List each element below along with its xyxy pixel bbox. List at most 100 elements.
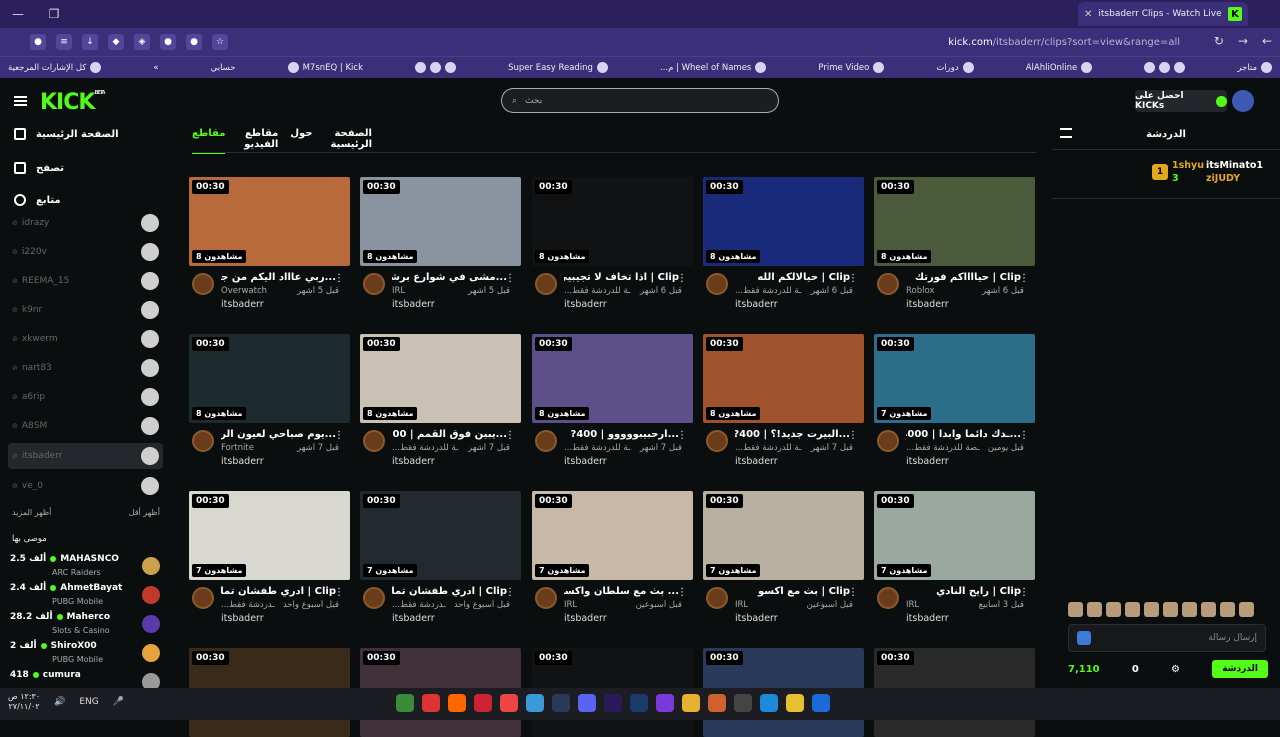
avatar[interactable] bbox=[877, 430, 899, 452]
bookmark-item[interactable]: Prime Video bbox=[818, 62, 885, 73]
kick-logo[interactable]: KICKBETA bbox=[40, 90, 106, 115]
clip-channel[interactable]: itsbaderr bbox=[735, 299, 778, 310]
steam-icon[interactable] bbox=[552, 694, 570, 712]
clip-thumbnail[interactable]: 00:30 مشاهدون 7 bbox=[874, 334, 1035, 423]
clip-category[interactable]: ...ـدردشة فقط bbox=[392, 600, 446, 610]
clip-thumbnail[interactable]: 00:30 مشاهدون 7 bbox=[360, 491, 521, 580]
mic-icon[interactable]: 🎤 bbox=[113, 697, 124, 707]
tab-about[interactable]: حول bbox=[290, 128, 312, 154]
clip-category[interactable]: ...ـصة للدردشة فقط bbox=[906, 443, 980, 453]
show-less-link[interactable]: أظهر أقل bbox=[129, 508, 160, 517]
clip-thumbnail[interactable]: 00:30 مشاهدون 7 bbox=[532, 491, 693, 580]
clip-thumbnail[interactable]: 00:30 مشاهدون 8 bbox=[189, 177, 350, 266]
followed-channel[interactable]: xkwerm bbox=[8, 326, 163, 352]
followed-channel[interactable]: ve_0 bbox=[8, 473, 163, 499]
emote-icon[interactable] bbox=[1144, 602, 1159, 617]
more-options-icon[interactable]: ⋮ bbox=[1019, 430, 1029, 441]
bookmark-item[interactable]: دورات bbox=[936, 62, 974, 73]
bookmark-item[interactable]: M7snEQ | Kick bbox=[287, 62, 363, 73]
clip-card[interactable]: 00:30 مشاهدون 7 ... بث مع سلطان واكسو | ⋮ IR… bbox=[532, 491, 693, 634]
search-input[interactable]: ⌕ بحث bbox=[501, 88, 779, 113]
folder-icon[interactable] bbox=[682, 694, 700, 712]
clip-category[interactable]: IRL bbox=[392, 286, 405, 296]
clip-title[interactable]: Clip | حيااااكم فورتك bbox=[906, 272, 1021, 283]
emote-icon[interactable] bbox=[1106, 602, 1121, 617]
telegram-icon[interactable] bbox=[526, 694, 544, 712]
bookmarks-chevron[interactable]: » bbox=[153, 63, 158, 73]
recommended-channel[interactable]: 28.2 ألف Maherco Slots & Casino bbox=[10, 612, 162, 640]
clip-title[interactable]: Clip | رايح النادي bbox=[906, 586, 1021, 597]
clip-category[interactable]: IRL bbox=[906, 600, 919, 610]
clip-card[interactable]: 00:30 مشاهدون 8 ...ارحبيبووووو | 400? ⋮ ...ـ… bbox=[532, 334, 693, 477]
followed-channel[interactable]: nart83 bbox=[8, 355, 163, 381]
address-bar[interactable]: kick.com/itsbaderr/clips?sort=view&range… bbox=[220, 32, 1200, 52]
clip-category[interactable]: Roblox bbox=[906, 286, 934, 296]
more-options-icon[interactable]: ⋮ bbox=[677, 587, 687, 598]
premiere-icon[interactable] bbox=[604, 694, 622, 712]
extension-icon[interactable]: ● bbox=[160, 34, 176, 50]
chat-send-button[interactable]: الدردشة bbox=[1212, 660, 1268, 678]
chat-message-input[interactable]: إرسال رسالة bbox=[1068, 624, 1266, 652]
emote-icon[interactable] bbox=[1163, 602, 1178, 617]
avatar[interactable] bbox=[192, 587, 214, 609]
clip-thumbnail[interactable]: 00:30 مشاهدون 8 bbox=[360, 177, 521, 266]
clip-category[interactable]: Fortnite bbox=[221, 443, 254, 453]
forward-icon[interactable]: → bbox=[1238, 34, 1248, 48]
emote-picker-icon[interactable] bbox=[1077, 631, 1091, 645]
avatar[interactable] bbox=[363, 273, 385, 295]
clip-category[interactable]: ...ـة للدردشة فقط bbox=[392, 443, 458, 453]
tab-videos[interactable]: مقاطع الفيديو bbox=[237, 128, 278, 154]
extension-icon[interactable]: ● bbox=[30, 34, 46, 50]
clip-card[interactable]: 00:30 مشاهدون 7 Clip | رايح النادي ⋮ IRL قبل … bbox=[874, 491, 1035, 634]
clip-channel[interactable]: itsbaderr bbox=[735, 456, 778, 467]
clip-thumbnail[interactable]: 00:30 مشاهدون 8 bbox=[532, 177, 693, 266]
emote-icon[interactable] bbox=[1068, 602, 1083, 617]
clip-card[interactable]: 00:30 مشاهدون 8 ...ربي عاااد اليكم من جديد… bbox=[189, 177, 350, 320]
clip-title[interactable]: Clip | ادري طفشان تمال bbox=[392, 586, 507, 597]
clip-channel[interactable]: itsbaderr bbox=[564, 299, 607, 310]
more-options-icon[interactable]: ⋮ bbox=[677, 273, 687, 284]
emote-icon[interactable] bbox=[1182, 602, 1197, 617]
avatar[interactable] bbox=[706, 430, 728, 452]
emote-icon[interactable] bbox=[1087, 602, 1102, 617]
avatar[interactable] bbox=[877, 587, 899, 609]
clip-thumbnail[interactable]: 00:30 مشاهدون 8 bbox=[874, 177, 1035, 266]
avatar[interactable] bbox=[706, 587, 728, 609]
clip-category[interactable]: ...ـة للدردشة فقط bbox=[735, 443, 801, 453]
clip-title[interactable]: Clip | بث مع اكسو bbox=[735, 586, 850, 597]
app-icon[interactable] bbox=[500, 694, 518, 712]
opera-icon[interactable] bbox=[422, 694, 440, 712]
clip-thumbnail[interactable]: 00:30 مشاهدون 7 bbox=[703, 491, 864, 580]
clip-channel[interactable]: itsbaderr bbox=[735, 613, 778, 624]
clip-category[interactable]: ...ـة للدردشة فقط bbox=[564, 286, 630, 296]
avatar[interactable] bbox=[706, 273, 728, 295]
more-options-icon[interactable]: ⋮ bbox=[848, 430, 858, 441]
settings-icon[interactable]: ⚙ bbox=[1171, 664, 1180, 675]
clip-thumbnail[interactable]: 00:30 مشاهدون 8 bbox=[360, 334, 521, 423]
clip-thumbnail[interactable]: 00:30 مشاهدون 8 bbox=[532, 334, 693, 423]
clip-channel[interactable]: itsbaderr bbox=[392, 456, 435, 467]
more-options-icon[interactable]: ⋮ bbox=[848, 587, 858, 598]
bookmark-item[interactable] bbox=[415, 62, 457, 73]
photoshop-icon[interactable] bbox=[630, 694, 648, 712]
bookmark-item[interactable]: AlAhliOnline bbox=[1026, 62, 1093, 73]
clip-title[interactable]: ...مشى في شوارع برشلونة bbox=[392, 272, 507, 283]
clip-title[interactable]: ... بث مع سلطان واكسو | bbox=[564, 586, 679, 597]
clip-card[interactable]: 00:30 مشاهدون 8 ...البيرت جديد!؟ | 400?⋮..… bbox=[703, 334, 864, 477]
menu-icon[interactable] bbox=[14, 96, 27, 106]
avatar[interactable] bbox=[877, 273, 899, 295]
avatar[interactable] bbox=[192, 273, 214, 295]
clip-title[interactable]: ...يوم صباحي لعيون الريكاند bbox=[221, 429, 336, 440]
clip-channel[interactable]: itsbaderr bbox=[906, 299, 949, 310]
followed-channel[interactable]: a6rip bbox=[8, 384, 163, 410]
edge-icon[interactable] bbox=[760, 694, 778, 712]
clip-thumbnail[interactable]: 00:30 مشاهدون 8 bbox=[703, 177, 864, 266]
clip-channel[interactable]: itsbaderr bbox=[221, 456, 264, 467]
more-options-icon[interactable]: ⋮ bbox=[505, 273, 515, 284]
more-options-icon[interactable]: ⋮ bbox=[334, 587, 344, 598]
clip-card[interactable]: 00:30 مشاهدون 8 ...يبين فوق القمم | 400?⋮.… bbox=[360, 334, 521, 477]
recommended-channel[interactable]: 2.4 ألف AhmetBayat PUBG Mobile bbox=[10, 583, 162, 611]
clip-category[interactable]: ...ـة للدردشة فقط bbox=[735, 286, 801, 296]
tab-clips[interactable]: مقاطع bbox=[192, 128, 226, 154]
clip-category[interactable]: Overwatch bbox=[221, 286, 267, 296]
